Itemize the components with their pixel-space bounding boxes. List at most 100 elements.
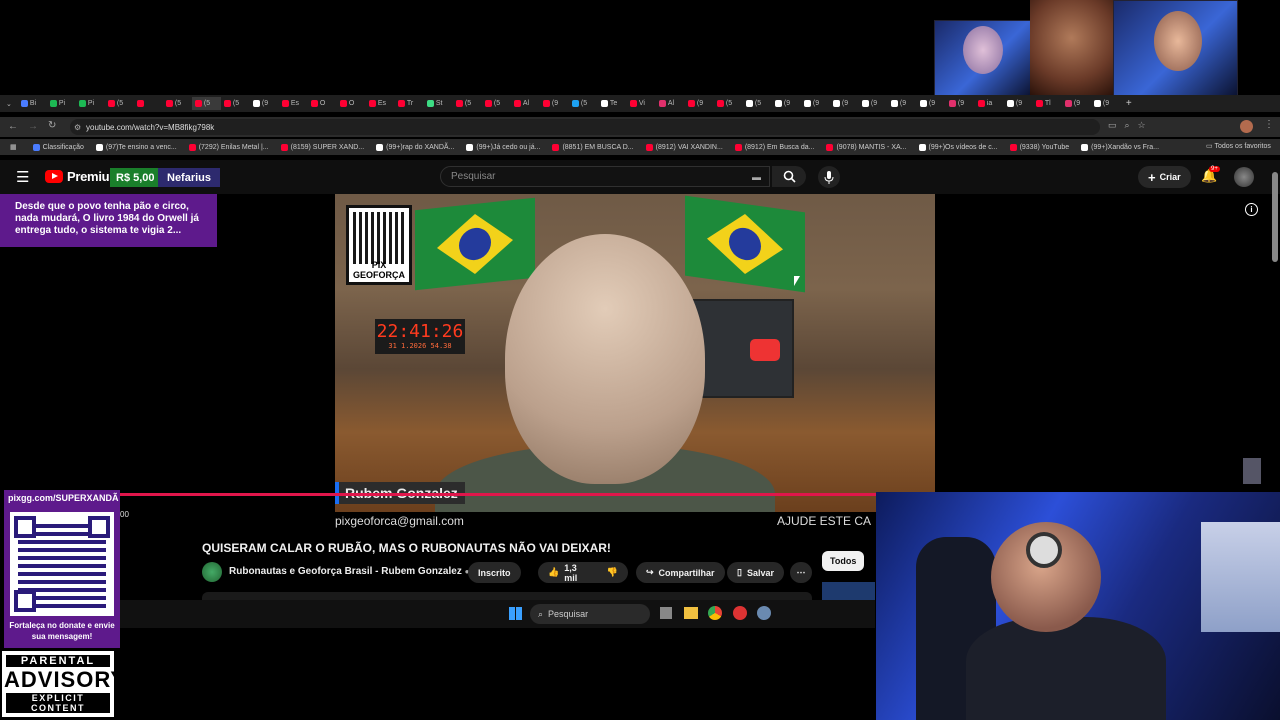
browser-tab[interactable] — [134, 97, 163, 110]
bookmark-item[interactable]: Classificação — [27, 143, 90, 151]
browser-tab[interactable]: O — [337, 97, 366, 110]
bookmark-item[interactable]: (8912) VAI XANDIN... — [640, 143, 729, 151]
browser-tab[interactable]: (9 — [888, 97, 917, 110]
browser-tab[interactable]: Al — [656, 97, 685, 110]
create-button[interactable]: + Criar — [1138, 166, 1191, 188]
like-button[interactable]: 👍 1,3 mil 👎 — [538, 562, 628, 583]
browser-tab[interactable]: (9 — [772, 97, 801, 110]
filter-chip-todos[interactable]: Todos — [822, 551, 865, 571]
browser-tab[interactable]: (9 — [830, 97, 859, 110]
browser-tab[interactable]: (9 — [859, 97, 888, 110]
browser-tab[interactable]: O — [308, 97, 337, 110]
keyboard-icon[interactable]: ▬ — [752, 172, 761, 182]
profile-icon[interactable] — [1240, 120, 1253, 133]
video-player[interactable]: PIX GEOFORÇA 22:41:26 31 1.2026 54.38 Ru… — [335, 194, 935, 512]
description-box[interactable] — [202, 592, 812, 600]
save-button[interactable]: ▯ Salvar — [727, 562, 784, 583]
tab-favicon-icon — [861, 100, 869, 107]
bookmark-item[interactable]: (8159) SUPER XAND... — [275, 143, 371, 151]
forward-icon[interactable]: → — [28, 121, 38, 132]
hamburger-menu-icon[interactable]: ☰ — [16, 168, 29, 186]
windows-start-icon[interactable] — [509, 607, 522, 620]
bookmark-item[interactable]: (8851) EM BUSCA D... — [546, 143, 639, 151]
address-bar[interactable]: ⚙ youtube.com/watch?v=MB8fikg798k — [70, 119, 1100, 135]
browser-tab[interactable]: (5 — [569, 97, 598, 110]
browser-tab[interactable]: Bi — [18, 97, 47, 110]
browser-tab[interactable]: (5 — [453, 97, 482, 110]
browser-tab[interactable]: Tr — [395, 97, 424, 110]
browser-tab[interactable]: (9 — [1062, 97, 1091, 110]
chrome-icon[interactable] — [708, 606, 722, 620]
tab-label: (9 — [783, 100, 791, 107]
browser-tab[interactable]: Al — [511, 97, 540, 110]
browser-tab[interactable]: (5 — [191, 97, 221, 110]
bookmark-item[interactable]: (99+)rap do XANDÃ... — [370, 143, 460, 151]
browser-tab[interactable]: St — [424, 97, 453, 110]
browser-tab[interactable]: Pi — [47, 97, 76, 110]
account-avatar[interactable] — [1234, 167, 1254, 187]
bookmark-item[interactable]: (9078) MANTIS - XA... — [820, 143, 912, 151]
browser-tab[interactable]: (9 — [540, 97, 569, 110]
more-actions-button[interactable]: ⋯ — [790, 562, 812, 583]
file-explorer-icon[interactable] — [684, 607, 698, 619]
search-input[interactable]: Pesquisar ▬ — [440, 166, 770, 187]
info-icon[interactable]: i — [1245, 203, 1258, 216]
browser-tab[interactable]: Tl — [1033, 97, 1062, 110]
video-progress-bar[interactable] — [120, 493, 880, 496]
bookmark-item[interactable]: (8912) Em Busca da... — [729, 143, 821, 151]
browser-tab[interactable]: (9 — [946, 97, 975, 110]
subscribe-button[interactable]: Inscrito — [468, 562, 521, 583]
share-button[interactable]: ↪ Compartilhar — [636, 562, 725, 583]
browser-tab[interactable]: (9 — [1004, 97, 1033, 110]
browser-tab[interactable]: (5 — [163, 97, 192, 110]
back-icon[interactable]: ← — [8, 121, 18, 132]
apps-grid-icon[interactable]: ▦ — [0, 143, 27, 151]
related-thumbnail[interactable] — [822, 582, 875, 600]
search-button[interactable] — [772, 166, 806, 187]
all-bookmarks[interactable]: ▭ Todos os favoritos — [1206, 142, 1271, 150]
browser-tab[interactable]: (5 — [482, 97, 511, 110]
side-thumbnail[interactable] — [1243, 458, 1261, 484]
channel-avatar[interactable] — [202, 562, 222, 582]
bookmark-item[interactable]: (99+)Os vídeos de c... — [913, 143, 1004, 151]
bookmark-item[interactable]: (7292) Enilas Metal |... — [183, 143, 275, 151]
browser-tab[interactable]: (9 — [917, 97, 946, 110]
bookmark-item[interactable]: (99+)Xandão vs Fra... — [1075, 143, 1165, 151]
task-view-icon[interactable] — [660, 607, 672, 619]
tab-search-icon[interactable]: ⌄ — [0, 100, 18, 108]
browser-tab[interactable]: (9 — [801, 97, 830, 110]
browser-tab[interactable]: (5 — [221, 97, 250, 110]
bookmark-item[interactable]: (97)Te ensino a venc... — [90, 143, 183, 151]
browser-tab[interactable]: Es — [279, 97, 308, 110]
browser-tab[interactable]: Vi — [627, 97, 656, 110]
thumbs-down-icon[interactable]: 👎 — [607, 567, 618, 578]
site-info-icon[interactable]: ⚙ — [74, 123, 81, 132]
notifications-button[interactable]: 🔔 9+ — [1201, 166, 1220, 184]
browser-tab[interactable]: (5 — [714, 97, 743, 110]
browser-tab[interactable]: (9 — [685, 97, 714, 110]
background-monitor-glow — [1201, 522, 1280, 632]
browser-tab[interactable]: (9 — [1091, 97, 1120, 110]
browser-tab[interactable]: Te — [598, 97, 627, 110]
extensions-icons[interactable]: ▭⌕☆ — [1108, 120, 1154, 131]
taskbar-search[interactable]: ⌕ Pesquisar — [530, 604, 650, 624]
browser-tab[interactable]: (5 — [105, 97, 134, 110]
browser-tab[interactable]: Es — [366, 97, 395, 110]
voice-search-button[interactable] — [818, 166, 840, 188]
browser-tab-bar: ⌄ Bi Pi Pi (5 (5 (5 (5 (9 Es O O Es Tr St (5 (5 Al (9 (5 Te V… — [0, 95, 1280, 112]
bookmark-item[interactable]: (99+)Já cedo ou já... — [460, 143, 546, 151]
channel-name[interactable]: Rubonautas e Geoforça Brasil - Rubem Gon… — [229, 566, 469, 577]
bookmark-item[interactable]: (9338) YouTube — [1004, 143, 1076, 151]
new-tab-icon[interactable]: + — [1120, 98, 1138, 109]
browser-tab[interactable]: (9 — [250, 97, 279, 110]
scrollbar[interactable] — [1272, 172, 1278, 262]
tab-favicon-icon — [745, 100, 753, 107]
browser-tab[interactable]: (5 — [743, 97, 772, 110]
browser-tab[interactable]: Pi — [76, 97, 105, 110]
browser-tab[interactable]: ia — [975, 97, 1004, 110]
settings-gear-icon[interactable] — [757, 606, 771, 620]
tab-label: (9 — [812, 100, 820, 107]
app-icon-red[interactable] — [733, 606, 747, 620]
reload-icon[interactable]: ↻ — [48, 120, 56, 131]
menu-dots-icon[interactable]: ⋮ — [1264, 119, 1274, 130]
